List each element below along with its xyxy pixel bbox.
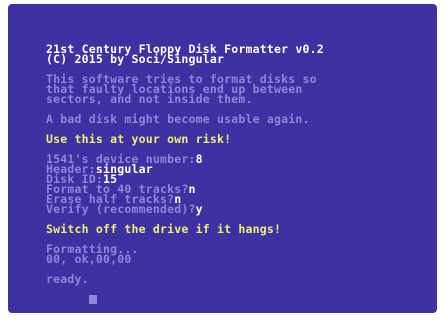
verify-prompt: Verify (recommended)? y [46, 202, 427, 216]
c64-terminal-screen[interactable]: 21st Century Floppy Disk Formatter v0.2 … [8, 4, 437, 313]
verify-label: Verify (recommended)? [46, 202, 196, 216]
device-number-value: 8 [195, 152, 203, 166]
verify-value: y [195, 202, 203, 216]
ready-prompt: ready. [46, 272, 89, 286]
c64-screen-border: 21st Century Floppy Disk Formatter v0.2 … [8, 4, 437, 313]
cursor-line [46, 284, 427, 304]
bad-disk-note: A bad disk might become usable again. [46, 112, 310, 126]
drive-result-status: 00, ok,00,00 [46, 252, 132, 266]
format-40-tracks-value: n [188, 182, 196, 196]
description-line-3: sectors, and not inside them. [46, 92, 253, 106]
blinking-cursor-icon[interactable] [88, 295, 97, 304]
hang-warning: Switch off the drive if it hangs! [46, 222, 282, 236]
risk-warning: Use this at your own risk! [46, 132, 232, 146]
